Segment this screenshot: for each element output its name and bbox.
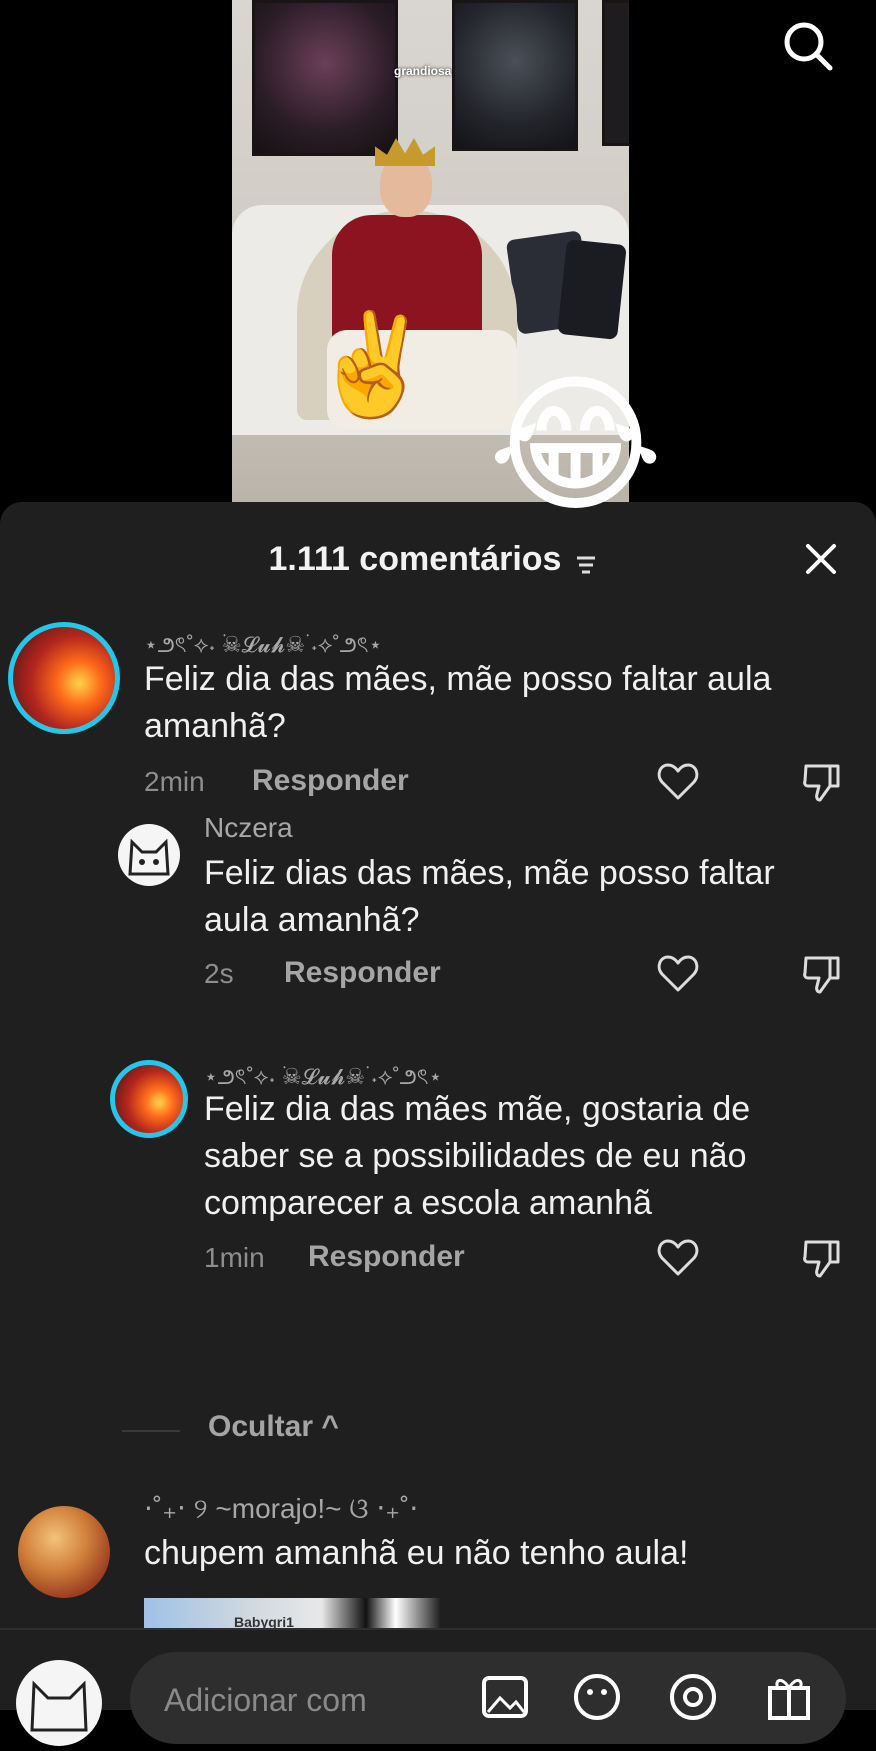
comment-time: 2min — [144, 766, 205, 797]
heart-icon[interactable] — [656, 760, 700, 804]
heart-icon[interactable] — [656, 1236, 700, 1280]
close-button[interactable] — [800, 538, 842, 580]
avatar[interactable] — [8, 622, 120, 734]
sort-filter-icon[interactable] — [575, 554, 597, 574]
close-icon — [806, 544, 836, 574]
search-button[interactable] — [780, 18, 836, 74]
video-player[interactable]: grandiosa ✌️ — [0, 0, 876, 520]
comment-text: chupem amanhã eu não tenho aula! — [144, 1534, 689, 1572]
at-mention-icon[interactable] — [668, 1672, 718, 1722]
comment-item: ⋆౨ৎ˚⟡˖ ࣪☠︎𝓛𝓾𝓱☠︎ ࣪˖⟡˚౨ৎ⋆ Feliz dia das mã… — [0, 622, 876, 802]
cat-avatar-icon — [128, 838, 170, 876]
avatar[interactable] — [110, 1060, 188, 1138]
comment-username[interactable]: Nczera — [204, 812, 293, 844]
search-icon — [784, 22, 833, 71]
replies-divider — [122, 1430, 180, 1432]
laughing-emoji: 😂 — [488, 361, 664, 529]
thumbs-down-icon[interactable] — [800, 760, 844, 804]
comment-composer: Adicionar com — [0, 1628, 876, 1746]
reply-item: ⋆౨ৎ˚⟡˖ ࣪☠︎𝓛𝓾𝓱☠︎ ࣪˖⟡˚౨ৎ⋆ Feliz dia das mã… — [0, 1060, 876, 1310]
wall-poster — [602, 0, 629, 146]
image-icon[interactable] — [480, 1672, 530, 1722]
wall-poster — [452, 0, 578, 151]
comments-sheet: 1.111 comentários ⋆౨ৎ˚⟡˖ ࣪☠︎𝓛𝓾𝓱☠︎ ࣪˖⟡˚౨ৎ… — [0, 502, 876, 1708]
reply-button[interactable]: Responder — [284, 956, 441, 990]
thumbs-down-icon[interactable] — [800, 952, 844, 996]
comment-time: 1min — [204, 1242, 265, 1273]
cat-avatar-icon — [30, 1680, 88, 1732]
reply-button[interactable]: Responder — [252, 764, 409, 798]
comments-header: 1.111 comentários — [0, 502, 876, 612]
thumbs-down-icon[interactable] — [800, 1236, 844, 1280]
avatar[interactable] — [118, 824, 180, 886]
wall-poster — [252, 0, 398, 156]
video-caption: grandiosa — [394, 64, 452, 78]
gift-icon[interactable] — [764, 1672, 814, 1722]
heart-icon[interactable] — [656, 952, 700, 996]
comment-text: Feliz dia das mães mãe, gostaria de sabe… — [204, 1090, 751, 1222]
comment-time: 2s — [204, 958, 234, 989]
avatar[interactable] — [18, 1506, 110, 1598]
peace-emoji: ✌️ — [310, 309, 435, 421]
my-avatar[interactable] — [16, 1660, 102, 1746]
reply-button[interactable]: Responder — [308, 1240, 465, 1274]
hide-replies-button[interactable]: Ocultar ^ — [208, 1410, 339, 1444]
comment-text: Feliz dia das mães, mãe posso faltar aul… — [144, 660, 772, 745]
comment-text: Feliz dias das mães, mãe posso faltar au… — [204, 854, 775, 939]
comments-count: 1.111 comentários — [268, 540, 562, 578]
emoji-icon[interactable] — [572, 1672, 622, 1722]
comment-input-placeholder: Adicionar com — [164, 1682, 367, 1718]
pillow — [557, 239, 627, 340]
comment-username[interactable]: ⋅˚₊‧ ୨ ~morajo!~ ଓ ‧₊˚⋅ — [144, 1492, 418, 1526]
